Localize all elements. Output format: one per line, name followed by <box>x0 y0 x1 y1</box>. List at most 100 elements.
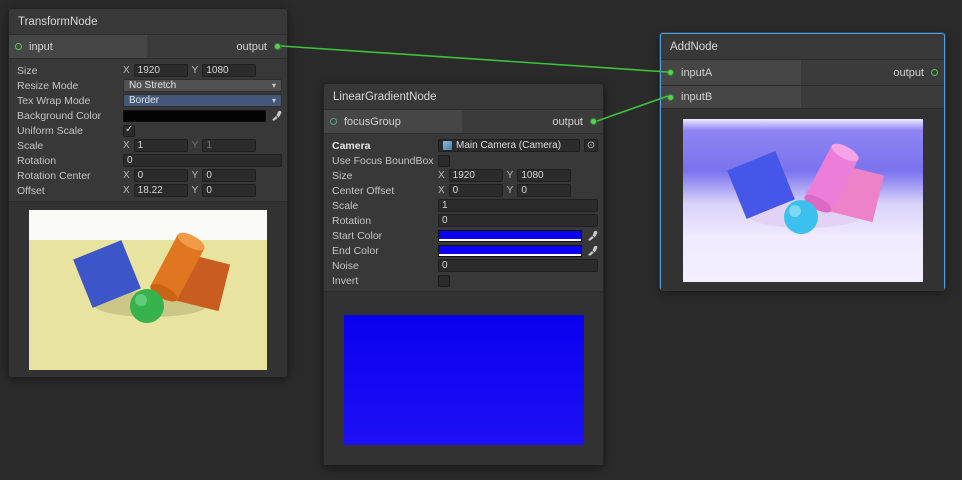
prop-row-end-color: End Color <box>324 243 598 258</box>
rotation-input[interactable] <box>123 154 282 167</box>
resize-mode-label: Resize Mode <box>17 80 123 92</box>
focusgroup-port-connector-icon[interactable] <box>330 118 337 125</box>
prop-row-size: Size X Y <box>324 168 598 183</box>
lineargradientnode-preview <box>324 291 603 465</box>
offset-label: Offset <box>17 185 123 197</box>
transformnode-preview-image <box>29 210 267 370</box>
axis-y-label: Y <box>192 65 199 76</box>
axis-x-label: X <box>123 185 130 196</box>
lineargradientnode-port-row: focusGroup output <box>324 110 603 134</box>
prop-row-size: Size X Y <box>9 63 282 78</box>
scale-label: Scale <box>332 200 438 212</box>
invert-checkbox[interactable] <box>438 275 450 287</box>
use-focus-boundbox-label: Use Focus BoundBox <box>332 155 438 167</box>
node-transformnode[interactable]: TransformNode input output Size X Y <box>8 8 288 376</box>
lineargradientnode-properties: Camera Main Camera (Camera) ⊙ Use Focus … <box>324 134 603 291</box>
end-color-swatch[interactable] <box>438 245 582 257</box>
node-lineargradientnode[interactable]: LinearGradientNode focusGroup output Cam… <box>323 83 604 465</box>
edge-transform-output-to-addnode-inputa[interactable] <box>281 46 668 72</box>
prop-row-noise: Noise <box>324 258 598 273</box>
scale-label: Scale <box>17 140 123 152</box>
eyedropper-icon[interactable] <box>586 245 598 257</box>
addnode-preview <box>661 108 944 291</box>
noise-input[interactable] <box>438 259 598 272</box>
prop-row-tex-wrap-mode: Tex Wrap Mode Border ▾ <box>9 93 282 108</box>
offset-x-input[interactable] <box>134 184 188 197</box>
node-addnode[interactable]: AddNode inputA output inputB <box>660 33 945 290</box>
inputa-port-connector-icon[interactable] <box>667 69 674 76</box>
addnode-title[interactable]: AddNode <box>661 34 944 60</box>
output-port-connector-icon[interactable] <box>590 118 597 125</box>
scale-y-input <box>202 139 256 152</box>
rotation-label: Rotation <box>332 215 438 227</box>
inputb-port-connector-icon[interactable] <box>667 94 674 101</box>
size-label: Size <box>17 65 123 77</box>
input-port-connector-icon[interactable] <box>15 43 22 50</box>
output-port-connector-icon[interactable] <box>931 69 938 76</box>
offset-y-input[interactable] <box>202 184 256 197</box>
transformnode-port-row: input output <box>9 35 287 59</box>
tex-wrap-mode-dropdown[interactable]: Border ▾ <box>123 94 282 107</box>
lineargradientnode-output-port[interactable]: output <box>544 110 603 133</box>
eyedropper-icon[interactable] <box>270 110 282 122</box>
eyedropper-icon[interactable] <box>586 230 598 242</box>
prop-row-use-focus-boundbox: Use Focus BoundBox <box>324 153 598 168</box>
use-focus-boundbox-checkbox[interactable] <box>438 155 450 167</box>
tex-wrap-mode-value: Border <box>129 95 159 106</box>
background-color-label: Background Color <box>17 110 123 122</box>
axis-y-label: Y <box>192 140 199 151</box>
addnode-inputb-port[interactable]: inputB <box>661 86 801 108</box>
rotation-input[interactable] <box>438 214 598 227</box>
camera-asset-icon <box>443 141 452 150</box>
focusgroup-port[interactable]: focusGroup <box>324 110 462 133</box>
rotation-center-y-input[interactable] <box>202 169 256 182</box>
transformnode-properties: Size X Y Resize Mode No Stretch ▾ <box>9 59 287 201</box>
prop-row-rotation-center: Rotation Center X Y <box>9 168 282 183</box>
start-color-swatch[interactable] <box>438 230 582 242</box>
lineargradientnode-preview-image <box>344 315 584 445</box>
size-y-input[interactable] <box>517 169 571 182</box>
rotation-label: Rotation <box>17 155 123 167</box>
prop-row-background-color: Background Color <box>9 108 282 123</box>
edge-gradient-output-to-addnode-inputb[interactable] <box>597 96 668 121</box>
prop-row-center-offset: Center Offset X Y <box>324 183 598 198</box>
chevron-down-icon: ▾ <box>272 82 276 90</box>
rotation-center-x-input[interactable] <box>134 169 188 182</box>
size-x-input[interactable] <box>449 169 503 182</box>
scale-input[interactable] <box>438 199 598 212</box>
axis-y-label: Y <box>192 185 199 196</box>
resize-mode-dropdown[interactable]: No Stretch ▾ <box>123 79 282 92</box>
camera-object-field[interactable]: Main Camera (Camera) <box>438 139 580 152</box>
start-color-label: Start Color <box>332 230 438 242</box>
transformnode-title[interactable]: TransformNode <box>9 9 287 35</box>
center-offset-y-input[interactable] <box>517 184 571 197</box>
prop-row-rotation: Rotation <box>324 213 598 228</box>
prop-row-start-color: Start Color <box>324 228 598 243</box>
size-y-input[interactable] <box>202 64 256 77</box>
transformnode-output-port[interactable]: output <box>228 35 287 58</box>
inputa-port-label: inputA <box>681 67 712 79</box>
prop-row-scale: Scale <box>324 198 598 213</box>
output-port-label: output <box>893 67 924 79</box>
object-picker-button[interactable]: ⊙ <box>584 139 598 152</box>
camera-object-value: Main Camera (Camera) <box>456 140 561 151</box>
lineargradientnode-title[interactable]: LinearGradientNode <box>324 84 603 110</box>
output-port-connector-icon[interactable] <box>274 43 281 50</box>
node-graph-canvas[interactable]: TransformNode input output Size X Y <box>0 0 962 480</box>
resize-mode-value: No Stretch <box>129 80 176 91</box>
transformnode-input-port[interactable]: input <box>9 35 147 58</box>
addnode-inputa-port[interactable]: inputA <box>661 60 801 85</box>
uniform-scale-label: Uniform Scale <box>17 125 123 137</box>
noise-label: Noise <box>332 260 438 272</box>
addnode-port-row-a: inputA output <box>661 60 944 86</box>
center-offset-x-input[interactable] <box>449 184 503 197</box>
center-offset-label: Center Offset <box>332 185 438 197</box>
axis-x-label: X <box>123 140 130 151</box>
size-x-input[interactable] <box>134 64 188 77</box>
end-color-label: End Color <box>332 245 438 257</box>
uniform-scale-checkbox[interactable] <box>123 125 135 137</box>
output-port-label: output <box>236 41 267 53</box>
background-color-swatch[interactable] <box>123 110 266 122</box>
scale-x-input[interactable] <box>134 139 188 152</box>
addnode-output-port[interactable]: output <box>885 60 944 85</box>
